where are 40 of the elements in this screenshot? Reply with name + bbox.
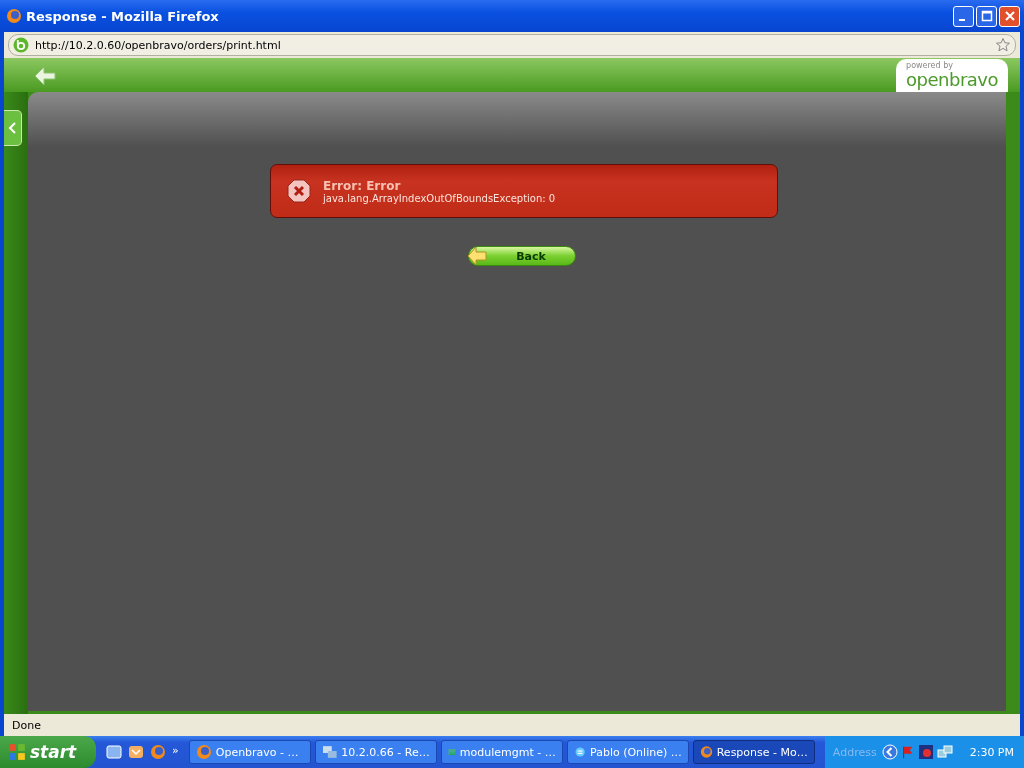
browser-icon	[6, 8, 22, 24]
close-button[interactable]	[999, 5, 1020, 27]
minimize-button[interactable]	[953, 5, 974, 27]
flag-icon[interactable]	[900, 744, 915, 760]
browser-icon[interactable]	[150, 744, 166, 760]
close-icon	[1003, 10, 1016, 22]
desktop-icon[interactable]	[106, 744, 122, 760]
error-icon	[287, 179, 311, 203]
back-arrow-icon[interactable]	[34, 66, 56, 86]
maximize-icon	[980, 10, 993, 22]
taskbar-button[interactable]: Pablo (Online) …	[566, 740, 689, 764]
windows-icon	[321, 744, 338, 760]
clock: 2:30 PM	[969, 745, 1014, 759]
taskbar-button[interactable]: 10.2.0.66 - Re…	[314, 740, 437, 764]
site-icon	[13, 37, 29, 53]
error-title: Error: Error	[323, 178, 402, 193]
browser-icon	[699, 744, 713, 760]
arrow-left-icon	[467, 246, 487, 266]
star-icon[interactable]	[995, 37, 1011, 53]
maximize-button[interactable]	[976, 5, 997, 27]
taskbar-button[interactable]: Response - Mo…	[692, 740, 815, 764]
taskbar-button[interactable]: Openbravo - …	[188, 740, 311, 764]
status-text: Done	[12, 718, 41, 732]
mail-icon[interactable]	[128, 744, 144, 760]
address-label: Address	[832, 745, 877, 759]
address-field[interactable]: http://10.2.0.60/openbravo/orders/print.html	[8, 34, 1016, 56]
browser-icon	[195, 744, 212, 760]
window-title: Response - Mozilla Firefox	[26, 8, 220, 24]
chevron-left-icon	[7, 122, 18, 134]
logo: powered by openbravo	[896, 59, 1008, 92]
taskbar-button[interactable]: modulemgmt - …	[440, 740, 563, 764]
more-button[interactable]: »	[172, 744, 179, 757]
start-button[interactable]: start	[0, 736, 96, 768]
windows-logo-icon	[8, 743, 26, 761]
chat-icon	[573, 744, 586, 760]
error-detail: java.lang.ArrayIndexOutOfBoundsException: 0	[323, 192, 556, 204]
network-icon[interactable]	[936, 744, 953, 760]
collapse-sidebar-button[interactable]	[4, 110, 22, 146]
back-button[interactable]: Back	[468, 246, 576, 266]
minimize-icon	[958, 19, 965, 21]
